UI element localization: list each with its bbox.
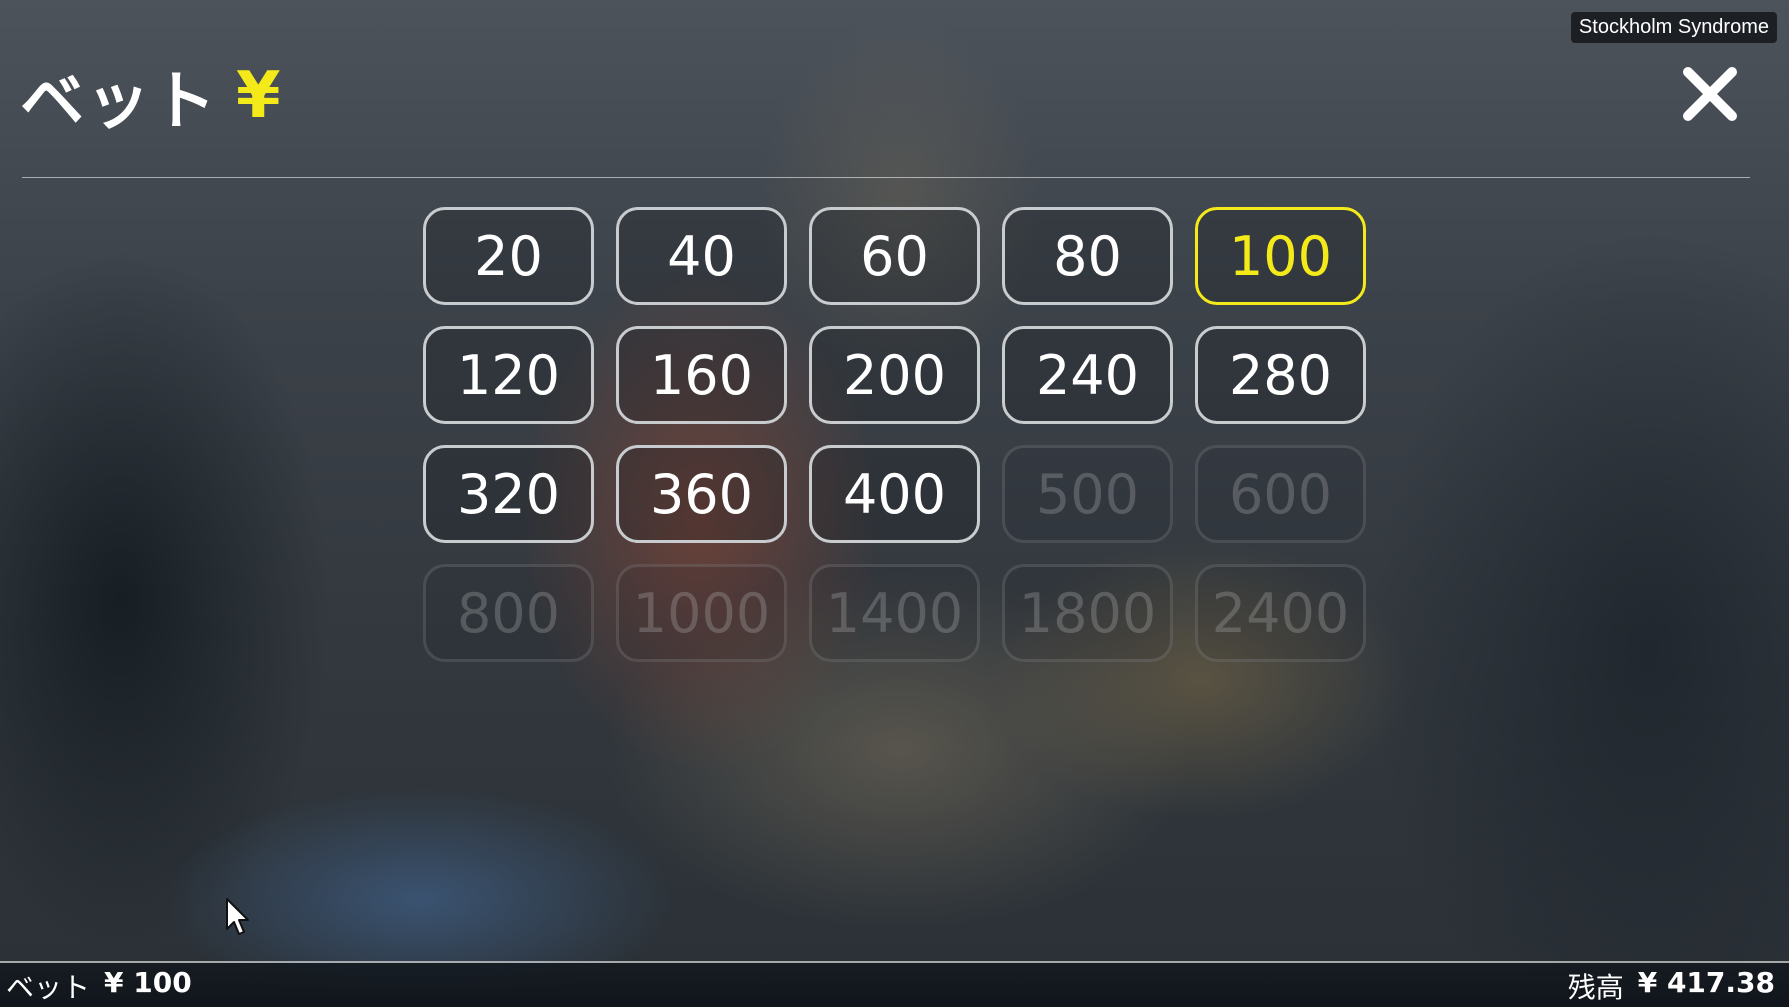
- bet-option-button[interactable]: 80: [1002, 207, 1173, 305]
- current-bet-value: ¥ 100: [104, 966, 192, 999]
- bet-option-button[interactable]: 160: [616, 326, 787, 424]
- bet-options-grid: 20 40 60 80 100 120 160 200 240 280 320 …: [423, 207, 1366, 662]
- header-divider: [22, 177, 1750, 178]
- bet-option-button[interactable]: 60: [809, 207, 980, 305]
- bet-option-button[interactable]: 280: [1195, 326, 1366, 424]
- bet-option-button: 1000: [616, 564, 787, 662]
- page-title-label: ベット: [20, 65, 218, 139]
- currency-symbol: ¥: [236, 59, 283, 133]
- balance-value: ¥ 417.38: [1637, 966, 1775, 999]
- status-bar: ベット ¥ 100 残高 ¥ 417.38: [0, 963, 1789, 1007]
- bet-option-button[interactable]: 400: [809, 445, 980, 543]
- close-icon[interactable]: [1680, 64, 1740, 124]
- game-title-badge: Stockholm Syndrome: [1570, 12, 1777, 43]
- current-bet-label: ベット: [6, 971, 91, 1004]
- mouse-cursor-icon: [225, 897, 251, 937]
- bet-option-button[interactable]: 20: [423, 207, 594, 305]
- bet-option-button: 1400: [809, 564, 980, 662]
- bet-option-button[interactable]: 120: [423, 326, 594, 424]
- bet-option-button: 1800: [1002, 564, 1173, 662]
- current-bet-display: ベット ¥ 100: [6, 966, 192, 1006]
- bet-option-button: 2400: [1195, 564, 1366, 662]
- bet-option-button[interactable]: 40: [616, 207, 787, 305]
- bet-option-button[interactable]: 360: [616, 445, 787, 543]
- bet-option-button[interactable]: 100: [1195, 207, 1366, 305]
- balance-label: 残高: [1567, 971, 1624, 1004]
- bet-option-button: 500: [1002, 445, 1173, 543]
- page-title: ベット ¥: [20, 50, 283, 142]
- bet-option-button[interactable]: 320: [423, 445, 594, 543]
- bet-option-button[interactable]: 240: [1002, 326, 1173, 424]
- bet-option-button[interactable]: 200: [809, 326, 980, 424]
- balance-display: 残高 ¥ 417.38: [1568, 966, 1775, 1006]
- bet-option-button: 800: [423, 564, 594, 662]
- bet-option-button: 600: [1195, 445, 1366, 543]
